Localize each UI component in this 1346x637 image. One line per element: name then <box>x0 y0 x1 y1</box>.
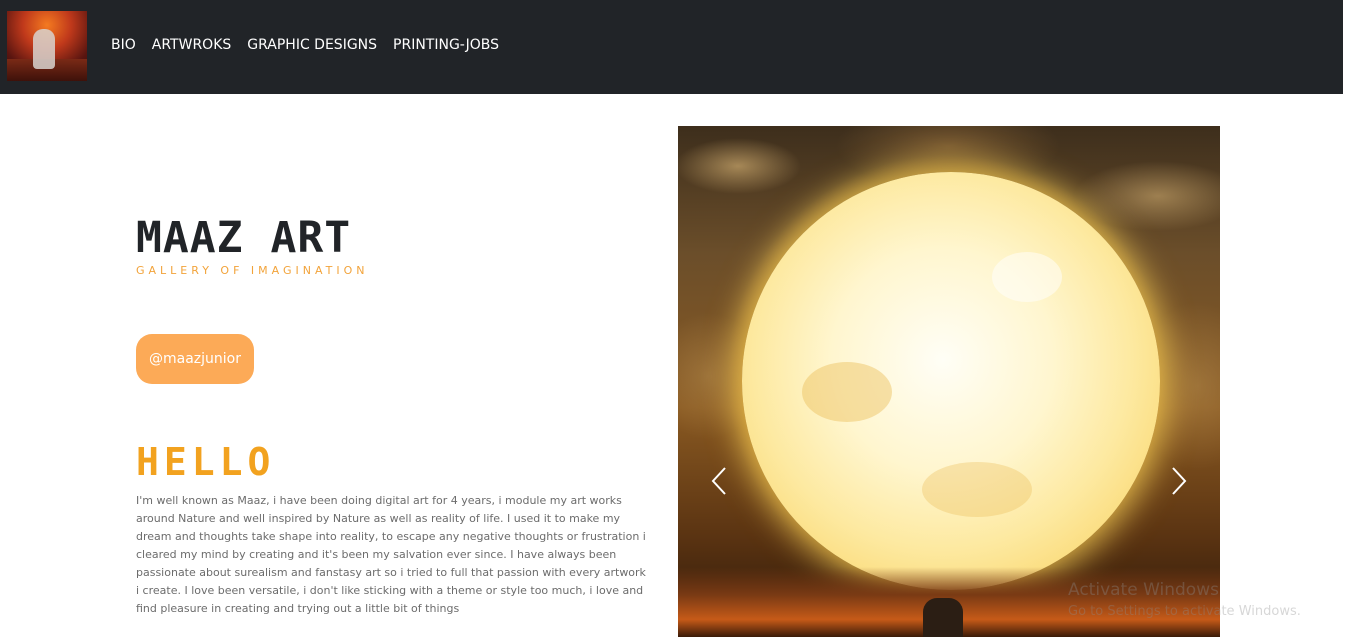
nav-link-graphic-designs[interactable]: GRAPHIC DESIGNS <box>247 36 377 54</box>
instagram-handle-button[interactable]: @maazjunior <box>136 334 254 384</box>
carousel-prev-button[interactable] <box>706 466 732 496</box>
top-navbar: BIO ARTWROKS GRAPHIC DESIGNS PRINTING-JO… <box>0 0 1343 94</box>
bio-text: I'm well known as Maaz, i have been doin… <box>136 494 646 615</box>
nav-link-artworks[interactable]: ARTWROKS <box>152 36 232 54</box>
nav-links: BIO ARTWROKS GRAPHIC DESIGNS PRINTING-JO… <box>111 36 499 54</box>
artwork-carousel <box>678 126 1220 637</box>
watermark-title: Activate Windows <box>1068 580 1219 600</box>
logo-figure <box>33 29 55 69</box>
watermark-subtitle: Go to Settings to activate Windows. <box>1068 604 1301 619</box>
artwork-sun <box>742 172 1160 590</box>
artwork-person <box>923 598 963 637</box>
site-subtitle: GALLERY OF IMAGINATION <box>136 264 369 277</box>
hello-heading: HELLO <box>136 440 276 484</box>
site-title: MAAZ ART <box>136 213 352 263</box>
carousel-next-button[interactable] <box>1166 466 1192 496</box>
chevron-right-icon <box>1172 467 1187 495</box>
windows-activation-watermark: Activate Windows Go to Settings to activ… <box>1068 580 1301 622</box>
chevron-left-icon <box>711 467 726 495</box>
nav-link-bio[interactable]: BIO <box>111 36 136 54</box>
nav-link-printing-jobs[interactable]: PRINTING-JOBS <box>393 36 499 54</box>
site-logo[interactable] <box>7 11 87 81</box>
